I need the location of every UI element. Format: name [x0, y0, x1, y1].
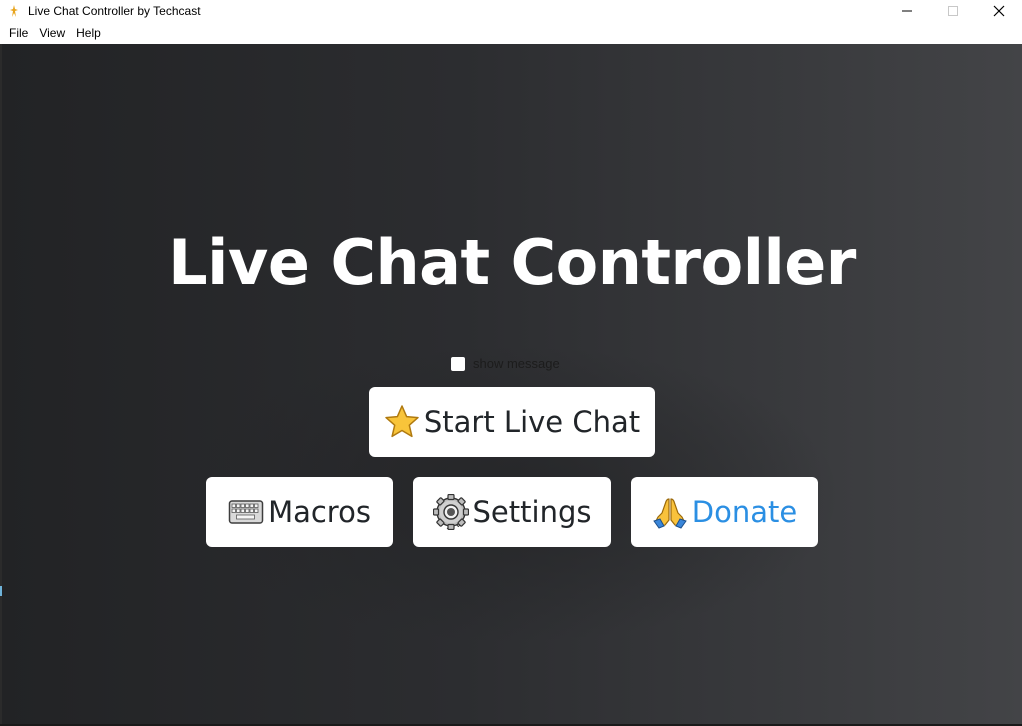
minimize-icon: [902, 10, 912, 12]
star-icon: [384, 404, 420, 440]
show-message-label: show message: [473, 356, 560, 371]
page-title: Live Chat Controller: [168, 226, 856, 299]
maximize-button[interactable]: [930, 0, 976, 22]
window-controls: [884, 0, 1022, 22]
menu-help[interactable]: Help: [71, 26, 107, 40]
donate-button[interactable]: Donate: [631, 477, 818, 547]
folded-hands-icon: [652, 494, 688, 530]
show-message-toggle[interactable]: show message: [451, 356, 560, 371]
window-title: Live Chat Controller by Techcast: [28, 4, 201, 18]
settings-label: Settings: [472, 495, 592, 529]
menu-file[interactable]: File: [0, 26, 34, 40]
donate-label: Donate: [691, 495, 798, 529]
maximize-icon: [948, 6, 958, 16]
title-bar[interactable]: Live Chat Controller by Techcast: [0, 0, 1022, 22]
macros-label: Macros: [268, 495, 371, 529]
start-live-chat-button[interactable]: Start Live Chat: [369, 387, 655, 457]
gear-icon: [432, 494, 469, 530]
close-button[interactable]: [976, 0, 1022, 22]
settings-button[interactable]: Settings: [413, 477, 611, 547]
menu-view[interactable]: View: [34, 26, 71, 40]
menu-bar: File View Help: [0, 22, 1022, 44]
macros-button[interactable]: Macros: [206, 477, 393, 547]
minimize-button[interactable]: [884, 0, 930, 22]
show-message-checkbox[interactable]: [451, 356, 465, 371]
app-window: Live Chat Controller by Techcast File Vi…: [0, 0, 1022, 726]
start-live-chat-label: Start Live Chat: [423, 405, 641, 439]
main-content: [2, 44, 1022, 724]
app-icon: [9, 5, 19, 17]
keyboard-icon: [228, 494, 264, 530]
close-icon: [993, 5, 1005, 17]
